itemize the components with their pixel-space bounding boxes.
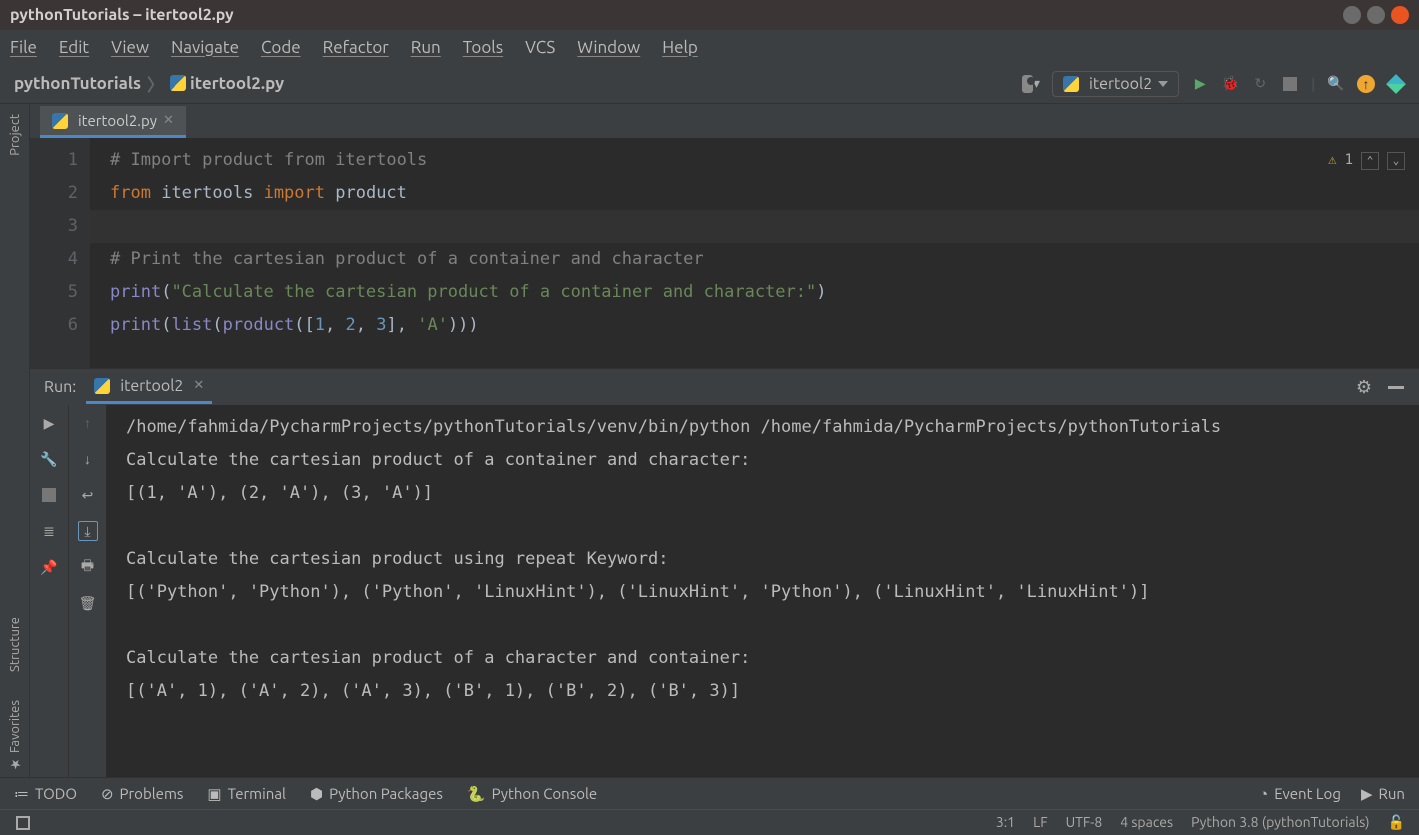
wrench-icon[interactable]: 🔧 <box>39 449 59 469</box>
search-everywhere-button[interactable]: 🔍 <box>1327 75 1345 93</box>
python-icon <box>1063 76 1079 92</box>
menu-run[interactable]: Run <box>411 38 441 57</box>
window-title: pythonTutorials – itertool2.py <box>10 6 234 24</box>
minimize-icon[interactable] <box>1343 6 1361 24</box>
menu-file[interactable]: File <box>10 38 37 57</box>
menu-window[interactable]: Window <box>577 38 640 57</box>
menu-tools[interactable]: Tools <box>463 38 503 57</box>
scroll-to-end-icon[interactable]: ⤓ <box>78 521 98 541</box>
chevron-down-icon <box>1158 81 1168 87</box>
run-side-toolbar: ▶ 🔧 ≣ 📌 <box>30 405 68 777</box>
left-tool-rail: Project Structure ★ Favorites <box>0 104 30 777</box>
softwrap-icon[interactable]: ↩ <box>78 485 98 505</box>
menu-code[interactable]: Code <box>261 38 301 57</box>
run-body: ▶ 🔧 ≣ 📌 ↑ ↓ ↩ ⤓ 🖶 🗑 /home/fahmida/Pychar… <box>30 405 1419 777</box>
window-titlebar: pythonTutorials – itertool2.py <box>0 0 1419 30</box>
stop-icon[interactable] <box>39 485 59 505</box>
status-bar: 3:1 LF UTF-8 4 spaces Python 3.8 (python… <box>0 809 1419 835</box>
main-area: Project Structure ★ Favorites itertool2.… <box>0 104 1419 777</box>
editor-area: itertool2.py ✕ 123456 # Import product f… <box>30 104 1419 777</box>
close-run-tab-icon[interactable]: ✕ <box>193 378 204 393</box>
python-packages-tool-button[interactable]: ⬢ Python Packages <box>310 785 443 803</box>
breadcrumb: pythonTutorials 〉 itertool2.py <box>14 71 284 96</box>
console-output[interactable]: /home/fahmida/PycharmProjects/pythonTuto… <box>106 405 1419 777</box>
python-file-icon <box>52 113 68 129</box>
warning-icon[interactable]: ⚠ <box>1328 144 1336 177</box>
run-tab[interactable]: itertool2✕ <box>86 371 212 404</box>
chevron-right-icon: 〉 <box>147 71 164 96</box>
tab-itertool2[interactable]: itertool2.py ✕ <box>40 106 186 138</box>
status-indent[interactable]: 4 spaces <box>1120 814 1173 831</box>
menubar: File Edit View Navigate Code Refactor Ru… <box>0 30 1419 64</box>
toggle-toolwindows-icon[interactable] <box>14 814 32 832</box>
status-encoding[interactable]: UTF-8 <box>1066 814 1103 831</box>
editor-tabs: itertool2.py ✕ <box>30 104 1419 138</box>
current-line-highlight <box>90 210 1419 243</box>
breadcrumb-file[interactable]: itertool2.py <box>170 74 284 93</box>
lock-icon[interactable]: 🔓 <box>1388 814 1405 831</box>
rerun-button[interactable]: ▶ <box>39 413 59 433</box>
editor-inspection: ⚠1 ⌃ ⌄ <box>1328 144 1405 177</box>
favorites-tool-button[interactable]: ★ Favorites <box>7 694 22 777</box>
run-tool-window: Run: itertool2✕ ⚙ ▶ 🔧 ≣ 📌 ↑ ↓ <box>30 368 1419 777</box>
prev-highlight-button[interactable]: ⌃ <box>1361 152 1379 170</box>
window-controls <box>1343 6 1409 24</box>
debug-button[interactable]: 🐞 <box>1221 75 1239 93</box>
code-editor[interactable]: 123456 # Import product from itertools f… <box>30 138 1419 368</box>
tab-label: itertool2.py <box>78 112 157 129</box>
breadcrumb-project[interactable]: pythonTutorials <box>14 74 141 93</box>
stop-button[interactable] <box>1281 75 1299 93</box>
structure-tool-button[interactable]: Structure <box>8 611 22 678</box>
down-icon[interactable]: ↓ <box>78 449 98 469</box>
up-icon[interactable]: ↑ <box>78 413 98 433</box>
pin-icon[interactable]: 📌 <box>39 557 59 577</box>
print-icon[interactable]: 🖶 <box>78 557 98 577</box>
status-caret[interactable]: 3:1 <box>996 814 1015 831</box>
ide-settings-icon[interactable] <box>1387 75 1405 93</box>
run-coverage-button[interactable]: ↻ <box>1251 75 1269 93</box>
menu-refactor[interactable]: Refactor <box>323 38 389 57</box>
user-icon[interactable]: ▾ <box>1022 75 1040 93</box>
python-console-tool-button[interactable]: 🐍 Python Console <box>467 785 597 803</box>
settings-icon[interactable]: ⚙ <box>1355 378 1373 396</box>
run-label: Run: <box>44 378 76 396</box>
run-console-toolbar: ↑ ↓ ↩ ⤓ 🖶 🗑 <box>68 405 106 777</box>
run-config-selector[interactable]: itertool2 <box>1052 71 1179 97</box>
gutter: 123456 <box>30 138 90 368</box>
python-file-icon <box>170 75 186 91</box>
next-highlight-button[interactable]: ⌄ <box>1387 152 1405 170</box>
terminal-tool-button[interactable]: ▣ Terminal <box>207 785 286 803</box>
project-tool-button[interactable]: Project <box>8 108 22 162</box>
event-log-button[interactable]: ◔ Event Log <box>1259 785 1341 803</box>
layout-icon[interactable]: ≣ <box>39 521 59 541</box>
run-header: Run: itertool2✕ ⚙ <box>30 369 1419 405</box>
todo-tool-button[interactable]: ≔ TODO <box>14 785 77 803</box>
close-tab-icon[interactable]: ✕ <box>163 113 174 128</box>
code-body[interactable]: # Import product from itertools from ite… <box>90 138 1419 368</box>
menu-view[interactable]: View <box>111 38 149 57</box>
python-icon <box>94 378 110 394</box>
update-icon[interactable]: ↑ <box>1357 75 1375 93</box>
menu-navigate[interactable]: Navigate <box>171 38 239 57</box>
problems-tool-button[interactable]: ⊘ Problems <box>101 785 183 803</box>
hide-panel-icon[interactable] <box>1387 378 1405 396</box>
close-icon[interactable] <box>1391 6 1409 24</box>
navigation-toolbar: pythonTutorials 〉 itertool2.py ▾ itertoo… <box>0 64 1419 104</box>
maximize-icon[interactable] <box>1367 6 1385 24</box>
clear-icon[interactable]: 🗑 <box>78 593 98 613</box>
run-button[interactable]: ▶ <box>1191 75 1209 93</box>
menu-edit[interactable]: Edit <box>59 38 89 57</box>
menu-vcs[interactable]: VCS <box>525 38 555 57</box>
status-interpreter[interactable]: Python 3.8 (pythonTutorials) <box>1191 814 1369 831</box>
status-line-ending[interactable]: LF <box>1033 814 1048 831</box>
run-tool-button[interactable]: ▶ Run <box>1361 785 1405 803</box>
menu-help[interactable]: Help <box>662 38 698 57</box>
bottom-tool-bar: ≔ TODO ⊘ Problems ▣ Terminal ⬢ Python Pa… <box>0 777 1419 809</box>
